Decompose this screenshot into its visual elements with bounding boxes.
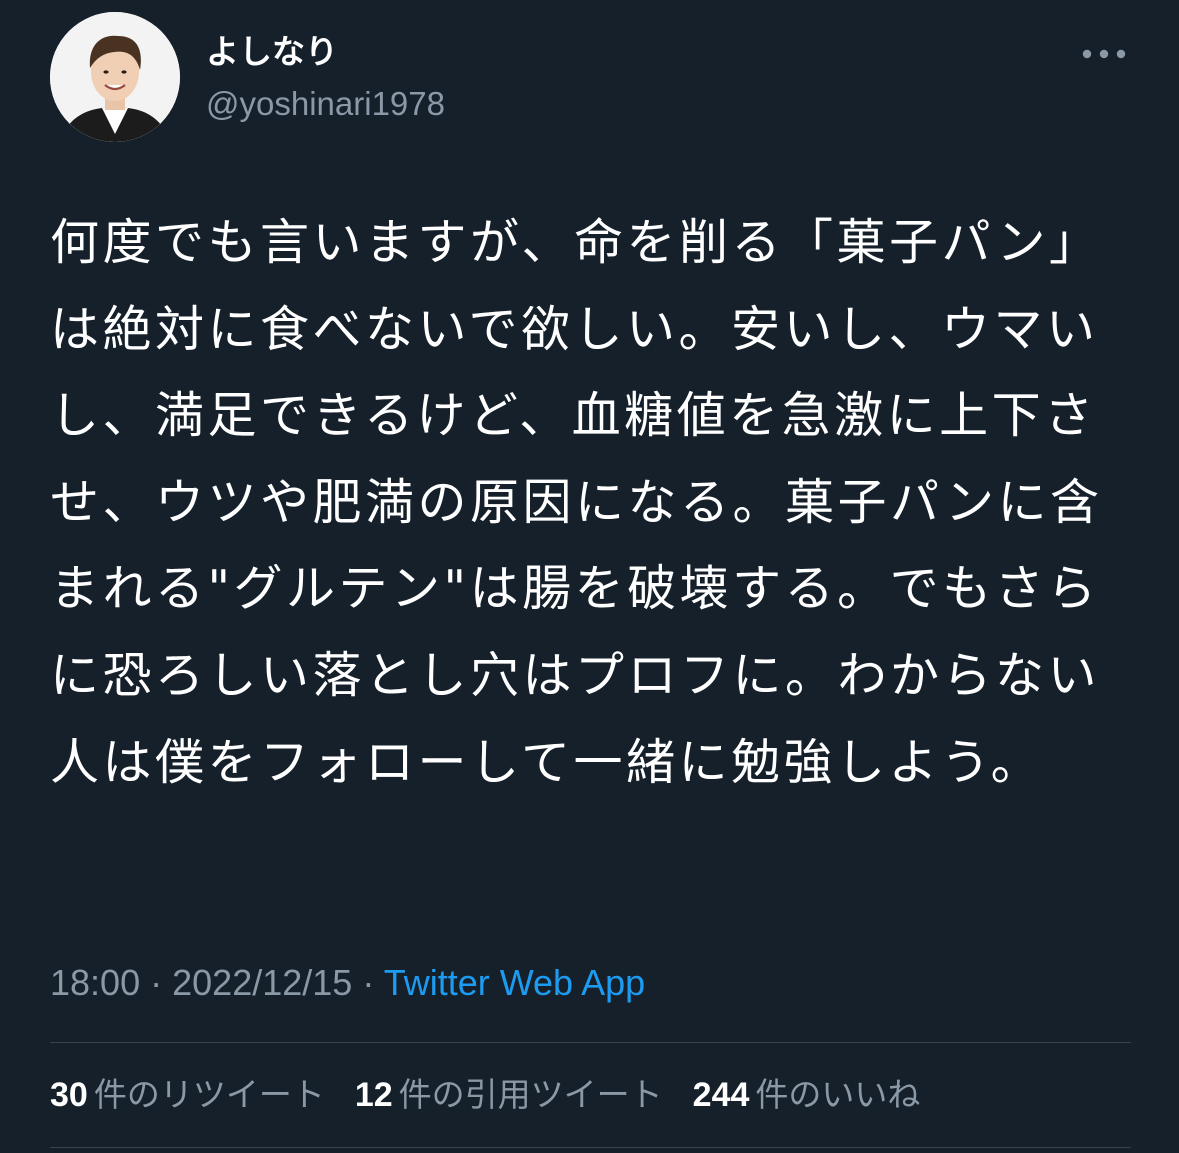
- retweets-stat[interactable]: 30 件のリツイート: [50, 1072, 325, 1118]
- divider: [50, 1147, 1131, 1148]
- tweet-time[interactable]: 18:00: [50, 962, 140, 1003]
- like-count: 244: [692, 1076, 750, 1114]
- quote-label: 件の引用ツイート: [398, 1075, 663, 1114]
- meta-separator: ·: [150, 962, 163, 1003]
- avatar[interactable]: [50, 12, 180, 142]
- likes-stat[interactable]: 244 件のいいね: [693, 1072, 921, 1118]
- display-name[interactable]: よしなり: [206, 30, 338, 74]
- tweet-date[interactable]: 2022/12/15: [172, 962, 352, 1003]
- retweet-label: 件のリツイート: [93, 1075, 325, 1114]
- quote-count: 12: [354, 1076, 393, 1114]
- more-options-button[interactable]: [1076, 36, 1132, 72]
- profile-photo-icon: [50, 12, 180, 142]
- user-handle[interactable]: @yoshinari1978: [206, 82, 445, 126]
- retweet-count: 30: [50, 1076, 88, 1114]
- tweet-meta: 18:00 · 2022/12/15 · Twitter Web App: [50, 960, 645, 1006]
- tweet-source-link[interactable]: Twitter Web App: [384, 962, 645, 1003]
- divider: [50, 1042, 1131, 1043]
- more-horizontal-icon: [1082, 49, 1126, 59]
- quote-tweets-stat[interactable]: 12 件の引用ツイート: [355, 1072, 663, 1118]
- like-label: 件のいいね: [755, 1075, 921, 1114]
- engagement-stats: 30 件のリツイート 12 件の引用ツイート 244 件のいいね: [50, 1072, 950, 1118]
- meta-separator: ·: [362, 962, 375, 1003]
- tweet-text: 何度でも言いますが、命を削る「菓子パン」は絶対に食べないで欲しい。安いし、ウマい…: [50, 214, 1103, 791]
